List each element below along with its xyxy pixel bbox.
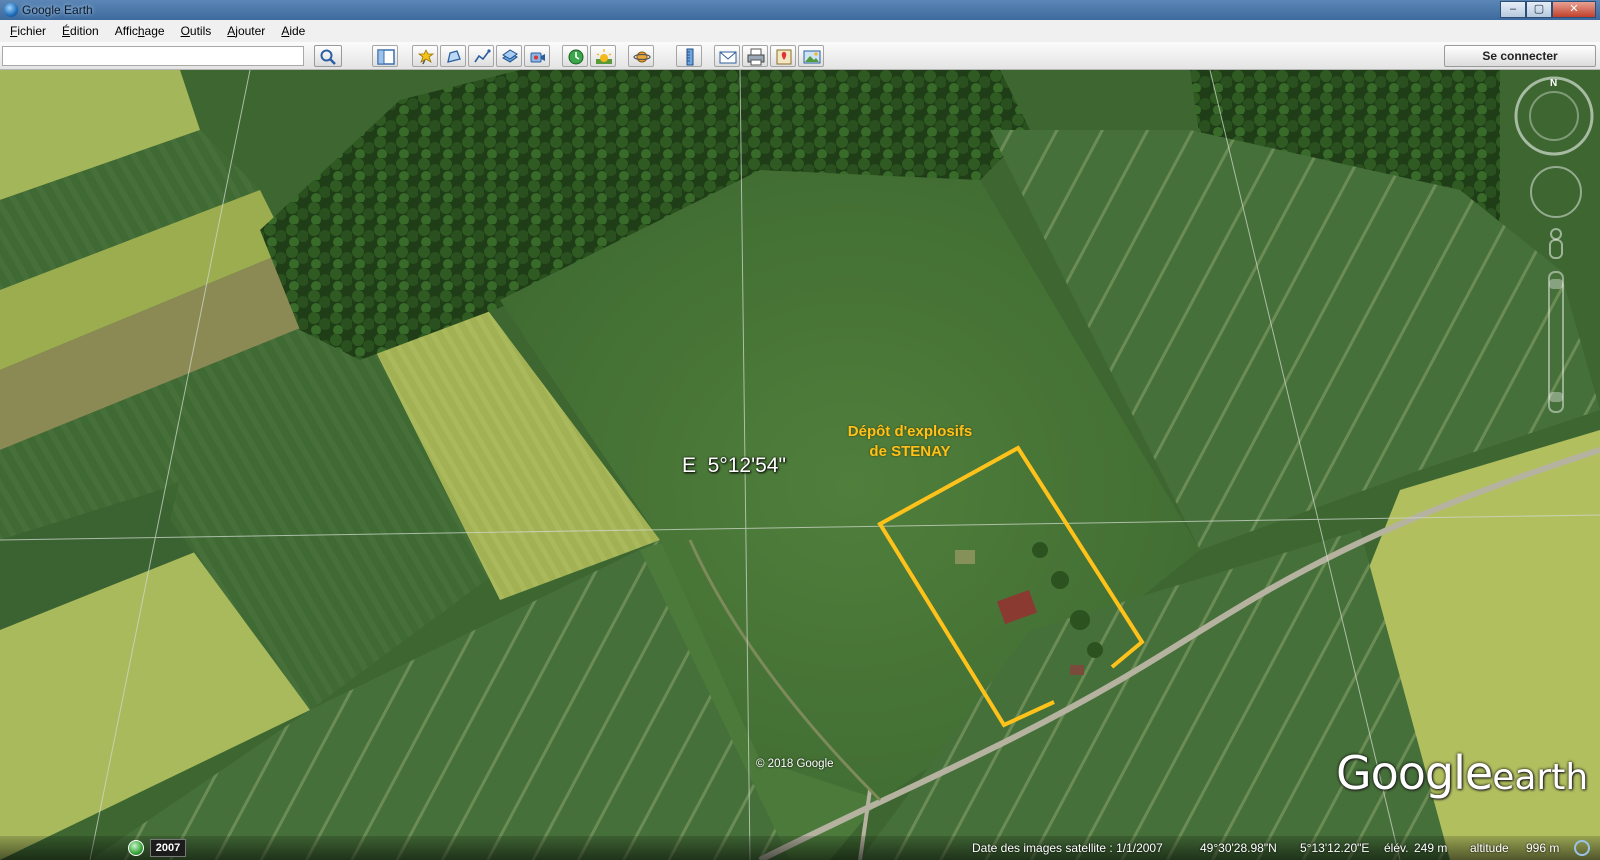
menu-label-part: utils	[189, 24, 212, 38]
ruler-button[interactable]	[676, 45, 702, 67]
menu-label-part: ichier	[17, 24, 47, 38]
zoom-slider[interactable]	[1548, 271, 1564, 413]
imagery-date: Date des images satellite : 1/1/2007	[972, 841, 1163, 855]
menu-bar: Fichier Édition Affichage Outils Ajouter…	[0, 20, 1600, 42]
planets-icon	[633, 51, 651, 63]
longitude-readout: 5°13'12.20"E	[1300, 841, 1370, 855]
longitude-grid-label: E 5°12'54"	[682, 454, 786, 477]
save-image-icon	[803, 50, 821, 64]
placemark-button[interactable]	[412, 45, 438, 67]
compass-north-label: N	[1550, 78, 1557, 89]
search-button[interactable]	[314, 45, 342, 67]
magnifier-icon	[320, 49, 336, 65]
sunlight-icon	[596, 49, 612, 64]
logo-earth-text: earth	[1492, 757, 1589, 798]
menu-label-part: dition	[70, 24, 99, 38]
altitude-value: 996 m	[1526, 841, 1560, 855]
menu-label-part: ide	[289, 24, 306, 38]
ruler-icon	[686, 48, 694, 66]
historical-imagery-icon	[568, 49, 584, 65]
polygon-button[interactable]	[440, 45, 466, 67]
elevation-label: élév.	[1384, 841, 1409, 855]
status-bar: 2007 Date des images satellite : 1/1/200…	[0, 836, 1600, 860]
window-controls: – ▢ ✕	[1500, 1, 1596, 18]
print-button[interactable]	[742, 45, 768, 67]
sidebar-icon	[377, 49, 395, 65]
menu-ajouter[interactable]: Ajouter	[219, 24, 273, 38]
annotation-line-1: Dépôt d'explosifs	[847, 423, 973, 440]
close-button[interactable]: ✕	[1552, 1, 1596, 18]
depot-annotation: Dépôt d'explosifs de STENAY	[840, 422, 980, 462]
menu-edition[interactable]: Édition	[54, 24, 107, 38]
window-title: Google Earth	[22, 3, 93, 17]
save-image-button[interactable]	[798, 45, 824, 67]
menu-label-part: age	[144, 24, 165, 38]
altitude-label: altitude	[1470, 841, 1509, 855]
menu-label-part: jouter	[235, 24, 266, 38]
path-icon	[474, 49, 491, 63]
imagery-year-badge[interactable]: 2007	[150, 839, 186, 857]
menu-aide[interactable]: Aide	[273, 24, 313, 38]
search-input[interactable]	[2, 46, 304, 66]
logo-google-text: Google	[1336, 746, 1493, 800]
menu-accelerator: h	[137, 24, 145, 38]
annotation-line-2: de STENAY	[869, 443, 951, 460]
polygon-icon	[447, 50, 461, 63]
look-joystick[interactable]	[1530, 166, 1582, 218]
street-view-pegman-icon[interactable]	[1549, 228, 1563, 259]
sign-in-button[interactable]: Se connecter	[1444, 45, 1596, 67]
navigation-controls: N	[1500, 74, 1600, 414]
path-button[interactable]	[468, 45, 494, 67]
maximize-button[interactable]: ▢	[1526, 1, 1552, 18]
streaming-status-icon	[1574, 840, 1590, 856]
historical-imagery-button[interactable]	[562, 45, 588, 67]
image-overlay-button[interactable]	[496, 45, 522, 67]
record-tour-button[interactable]	[524, 45, 550, 67]
copyright-text: © 2018 Google	[756, 758, 834, 770]
menu-label-part: Affic	[114, 24, 138, 38]
image-overlay-icon	[502, 49, 518, 63]
menu-affichage[interactable]: Affichage	[107, 24, 173, 38]
view-in-maps-button[interactable]	[770, 45, 796, 67]
map-viewport[interactable]: E 5°12'54" Dépôt d'explosifs de STENAY ©…	[0, 70, 1600, 860]
placemark-icon	[417, 49, 435, 65]
title-bar: Google Earth – ▢ ✕	[0, 0, 1600, 20]
elevation-value: 249 m	[1414, 841, 1448, 855]
record-tour-icon	[530, 52, 545, 63]
toolbar: Se connecter	[0, 42, 1600, 70]
latitude-readout: 49°30'28.98"N	[1200, 841, 1277, 855]
sidebar-button[interactable]	[372, 45, 398, 67]
compass-ring[interactable]	[1514, 76, 1594, 156]
minimize-button[interactable]: –	[1500, 1, 1526, 18]
sunlight-button[interactable]	[590, 45, 616, 67]
menu-accelerator: É	[62, 24, 71, 38]
satellite-imagery	[0, 70, 1600, 860]
email-button[interactable]	[714, 45, 740, 67]
google-earth-app-icon	[4, 3, 18, 17]
menu-accelerator: O	[180, 24, 190, 38]
menu-fichier[interactable]: Fichier	[2, 24, 54, 38]
email-icon	[719, 51, 737, 64]
menu-outils[interactable]: Outils	[173, 24, 220, 38]
view-in-maps-icon	[776, 49, 792, 65]
planets-button[interactable]	[628, 45, 654, 67]
historical-imagery-clock-icon[interactable]	[128, 840, 144, 856]
google-earth-logo: Googleearth	[1336, 746, 1588, 800]
print-icon	[747, 48, 765, 66]
